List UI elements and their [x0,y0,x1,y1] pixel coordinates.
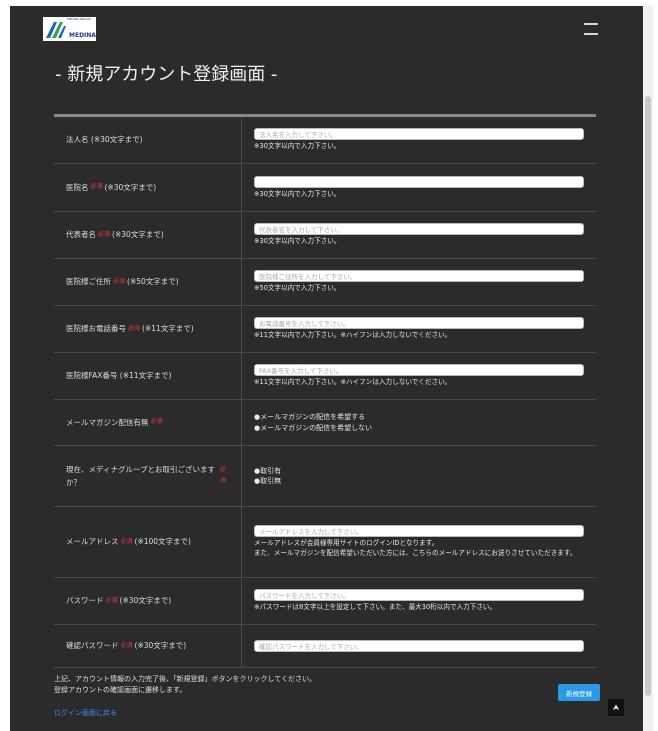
field-label-text: メールマガジン配信有無 [66,417,149,427]
required-badge: 必須 [90,183,103,191]
back-to-login-link[interactable]: ログイン画面に戻る [54,708,117,718]
field-label: 医院様FAX番号 (※11文字まで) [54,353,242,399]
address-input[interactable]: 医院様ご住所を入力して下さい。 [254,270,584,283]
field-limit: (※11文字まで) [142,324,194,334]
registration-form: 法人名 (※30文字まで) 法人名を入力して下さい。 ※30文字以内で入力下さい。… [54,114,596,668]
field-row-representative: 代表者名 必須 (※30文字まで) 代表者名を入力して下さい。 ※30文字以内で入力下… [54,212,596,259]
instruction-line2: 登録アカウントの確認画面に遷移します。 [54,686,187,695]
field-label-text: 医院様FAX番号 [66,371,118,381]
field-limit: (※11文字まで) [119,371,172,381]
field-label-text: メールアドレス [66,537,119,547]
field-note: ※パスワードは8文字以上を設定して下さい。また、最大30桁以内で入力下さい。 [254,603,497,612]
required-badge: 必須 [98,230,111,238]
required-badge: 必須 [105,596,118,604]
required-badge: 必須 [219,466,226,484]
field-note: ※11文字以内で入力下さい。※ハイフンは入力しないでください。 [254,378,452,387]
field-limit: (※30文字まで) [112,230,164,240]
email-note: メールアドレスが会員様専用サイトのログインIDとなります。 また、メールマガジンを… [254,539,586,558]
field-label: 確認パスワード 必須 (※30文字まで) [54,625,242,667]
field-label: 現在、メディナグループとお取引ございますか？ 必須 [54,446,242,506]
field-label-text: 医院様ご住所 [66,277,111,287]
required-badge: 必須 [150,418,163,426]
field-note: ※50文字以内で入力下さい。 [254,284,341,293]
field-limit: (※30文字まで) [90,135,143,145]
corporation-name-input[interactable]: 法人名を入力して下さい。 [254,128,584,141]
field-label: 代表者名 必須 (※30文字まで) [54,212,242,258]
field-row-phone: 医院様お電話番号 必須 (※11文字まで) お電話番号を入力して下さい。 ※11文字以… [54,306,596,353]
representative-name-input[interactable]: 代表者名を入力して下さい。 [254,223,584,236]
field-label: 医院名 必須 (※30文字まで) [54,164,242,211]
password-input[interactable]: パスワードを入力して下さい。 [254,589,584,602]
page-title: - 新規アカウント登録画面 - [55,64,278,85]
field-row-fax: 医院様FAX番号 (※11文字まで) FAX番号を入力して下さい。 ※11文字以内… [54,353,596,400]
field-limit: (※50文字まで) [127,277,179,287]
field-label: 法人名 (※30文字まで) [54,117,242,163]
field-limit: (※30文字まで) [119,596,172,606]
required-badge: 必須 [120,641,133,649]
medina-logo-icon [46,22,66,38]
scrollbar-thumb[interactable] [645,96,651,696]
field-note: ※30文字以内で入力下さい。 [254,142,341,151]
field-label-text: 確認パスワード [66,641,119,651]
field-label-text: 法人名 [66,135,89,145]
magazine-option-no[interactable]: ●メールマガジンの配信を希望しない [254,423,586,433]
field-row-corporation: 法人名 (※30文字まで) 法人名を入力して下さい。 ※30文字以内で入力下さい。 [54,117,596,164]
field-limit: (※30文字まで) [104,182,157,192]
required-badge: 必須 [128,324,141,332]
field-row-confirm-password: 確認パスワード 必須 (※30文字まで) 確認パスワードを入力して下さい。 [54,625,596,668]
required-badge: 必須 [120,537,133,545]
field-row-clinic: 医院名 必須 (※30文字まで) ※30文字以内で入力下さい。 [54,164,596,212]
magazine-option-yes[interactable]: ●メールマガジンの配信を希望する [254,412,586,422]
scrollbar[interactable] [643,6,653,731]
field-label-text: 医院名 [66,182,89,192]
email-input[interactable]: メールアドレスを入力して下さい。 [254,525,584,538]
field-label: 医院様お電話番号 必須 (※11文字まで) [54,306,242,352]
header: MEDINA GROUP MEDINA [40,17,600,45]
field-label-text: 現在、メディナグループとお取引ございますか？ [66,464,216,488]
field-note: ※11文字以内で入力下さい。※ハイフンは入力しないでください。 [254,331,452,340]
logo-text: MEDINA GROUP MEDINA [67,17,96,41]
logo-subtext: MEDINA GROUP [67,17,91,21]
field-label: 医院様ご住所 必須 (※50文字まで) [54,259,242,305]
email-note-line2: また、メールマガジンを配信希望いただいた方には、こちらのメールアドレスにお送りさ… [254,549,577,557]
field-row-address: 医院様ご住所 必須 (※50文字まで) 医院様ご住所を入力して下さい。 ※50文字以内… [54,259,596,306]
logo[interactable]: MEDINA GROUP MEDINA [43,17,96,41]
hamburger-menu-icon[interactable] [584,23,598,35]
back-to-top-icon[interactable]: ⮝ [608,699,624,716]
register-button[interactable]: 新規登録 [558,684,600,701]
field-limit: (※30文字まで) [134,641,187,651]
field-label-text: パスワード [66,596,104,606]
field-label-text: 医院様お電話番号 [66,324,126,334]
field-label-text: 代表者名 [66,230,96,240]
clinic-name-input[interactable] [254,175,584,188]
field-label: メールマガジン配信有無 必須 [54,400,242,445]
field-row-group: 現在、メディナグループとお取引ございますか？ 必須 ●取引有 ●取引無 [54,446,596,507]
field-note: ※30文字以内で入力下さい。 [254,237,341,246]
field-note: ※30文字以内で入力下さい。 [254,189,341,198]
group-option-no[interactable]: ●取引無 [254,476,586,486]
fax-input[interactable]: FAX番号を入力して下さい。 [254,364,584,377]
field-row-magazine: メールマガジン配信有無 必須 ●メールマガジンの配信を希望する ●メールマガジンの… [54,400,596,446]
logo-name: MEDINA [69,32,96,39]
phone-input[interactable]: お電話番号を入力して下さい。 [254,317,584,330]
confirm-password-input[interactable]: 確認パスワードを入力して下さい。 [254,640,584,652]
instruction-line1: 上記、アカウント情報の入力完了後、「新規登録」ボタンをクリックしてください。 [54,675,317,683]
group-option-yes[interactable]: ●取引有 [254,466,586,476]
form-instructions: 上記、アカウント情報の入力完了後、「新規登録」ボタンをクリックしてください。 登… [54,674,316,696]
field-label: パスワード 必須 (※30文字まで) [54,578,242,624]
field-row-password: パスワード 必須 (※30文字まで) パスワードを入力して下さい。 ※パスワードは8文… [54,578,596,625]
required-badge: 必須 [113,277,126,285]
field-label: メールアドレス 必須 (※100文字まで) [54,507,242,577]
email-note-line1: メールアドレスが会員様専用サイトのログインIDとなります。 [254,539,439,548]
field-row-email: メールアドレス 必須 (※100文字まで) メールアドレスを入力して下さい。 メール… [54,507,596,578]
field-limit: (※100文字まで) [134,537,191,547]
